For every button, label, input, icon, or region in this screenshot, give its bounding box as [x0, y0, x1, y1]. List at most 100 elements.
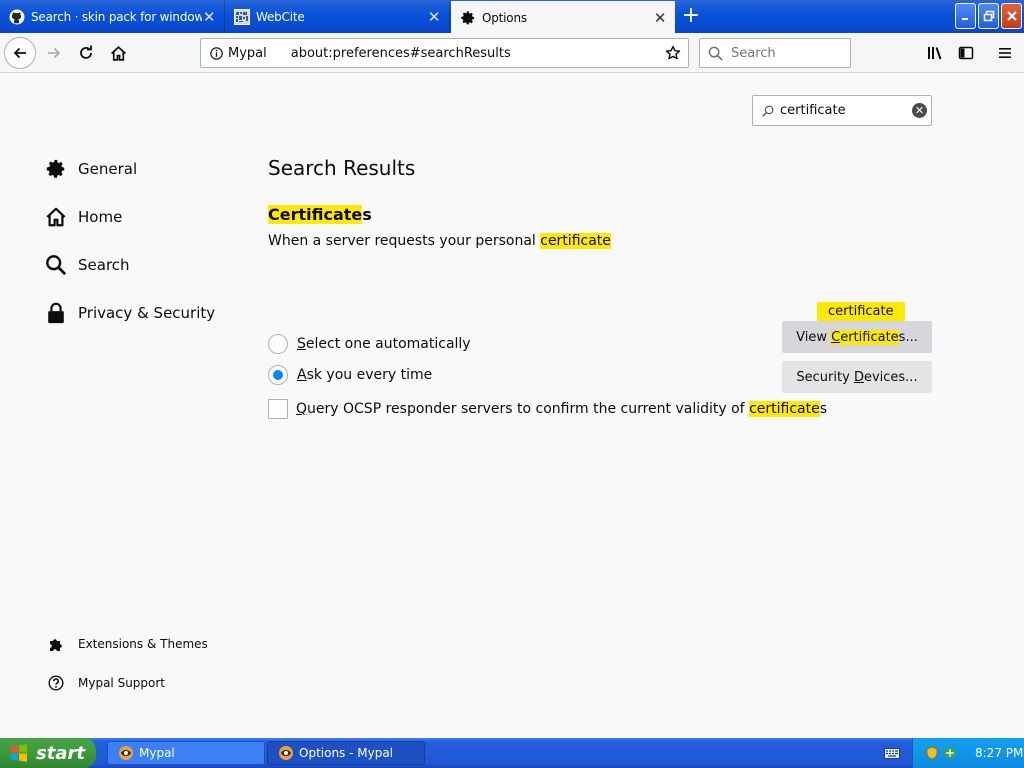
web-search-input[interactable] — [731, 45, 841, 61]
preferences-search-input[interactable] — [780, 103, 910, 118]
view-certificates-button[interactable]: View Certificate s... — [782, 321, 932, 353]
footer-link-label: Extensions & Themes — [78, 637, 208, 651]
highlight-text: ertificate — [840, 329, 899, 345]
search-highlight: certificate — [749, 401, 820, 417]
web-search-box[interactable] — [699, 38, 851, 68]
site-identity-label[interactable]: Mypal — [228, 46, 267, 61]
clock: 8:27 PM — [975, 746, 1024, 760]
category-home[interactable]: Home — [44, 203, 122, 231]
github-icon — [9, 9, 25, 25]
security-shield-icon[interactable] — [925, 746, 939, 760]
magnifier-icon — [44, 253, 68, 277]
checkbox-label: Query OCSP responder servers to confirm … — [296, 401, 827, 417]
forward-arrow-icon — [48, 47, 61, 59]
close-icon — [1006, 11, 1017, 21]
radio-button[interactable] — [268, 334, 288, 354]
close-icon[interactable]: ✕ — [653, 10, 667, 25]
tab-label: Options — [482, 10, 527, 25]
url-text[interactable]: about:preferences#searchResults — [291, 46, 662, 61]
preferences-search-box[interactable]: ✕ — [752, 95, 932, 126]
network-icon[interactable] — [943, 746, 957, 760]
star-icon — [665, 45, 681, 60]
puzzle-icon — [47, 635, 65, 653]
mypal-app-icon — [119, 746, 133, 760]
hamburger-icon — [999, 48, 1011, 58]
access-key: D — [853, 369, 864, 385]
button-label-suffix: s... — [898, 329, 918, 345]
clear-search-icon[interactable]: ✕ — [912, 103, 927, 118]
radio-ask-every-time[interactable]: Ask you every time — [268, 364, 432, 386]
page-title: Search Results — [268, 156, 416, 180]
search-highlight: Certificate — [268, 205, 363, 224]
mypal-support-link[interactable]: Mypal Support — [47, 673, 165, 693]
restore-button[interactable] — [978, 3, 999, 29]
windows-flag-icon — [11, 744, 27, 762]
info-icon[interactable] — [210, 46, 223, 60]
search-icon — [708, 46, 723, 61]
category-search[interactable]: Search — [44, 251, 130, 279]
radio-button-selected[interactable] — [268, 365, 288, 385]
radio-label-text: sk you every time — [306, 367, 433, 383]
home-icon — [44, 205, 68, 229]
back-arrow-icon — [13, 47, 26, 59]
menu-button[interactable] — [990, 38, 1020, 68]
help-icon — [47, 674, 65, 692]
minimize-button[interactable] — [955, 3, 976, 29]
button-label-prefix: Security — [796, 369, 850, 385]
minimize-icon — [961, 18, 968, 20]
category-privacy-security[interactable]: Privacy & Security — [44, 299, 215, 327]
system-tray: 8:27 PM — [912, 738, 1024, 768]
footer-link-label: Mypal Support — [78, 676, 166, 690]
radio-label: Select one automatically — [297, 336, 471, 352]
reload-icon — [80, 45, 92, 59]
radio-label-text: elect one automatically — [305, 336, 471, 352]
back-button[interactable] — [4, 37, 36, 69]
home-button[interactable] — [103, 38, 133, 68]
close-icon[interactable]: ✕ — [202, 10, 216, 25]
close-window-button[interactable] — [1001, 3, 1022, 29]
home-icon — [110, 45, 126, 61]
lock-icon — [44, 301, 68, 325]
ocsp-checkbox[interactable] — [268, 399, 288, 419]
tab-options[interactable]: Options ✕ — [451, 1, 675, 34]
radio-select-automatically[interactable]: Select one automatically — [268, 333, 471, 355]
forward-button[interactable] — [39, 38, 69, 68]
library-button[interactable] — [920, 38, 950, 68]
checkbox-label-text: uery OCSP responder servers to confirm t… — [307, 401, 750, 417]
library-icon — [928, 47, 942, 60]
navigation-toolbar: Mypal about:preferences#searchResults — [0, 33, 1024, 73]
access-key: S — [297, 336, 306, 352]
restore-icon — [983, 10, 994, 22]
access-key: A — [297, 367, 307, 383]
access-key: C — [831, 329, 841, 345]
url-bar[interactable]: Mypal about:preferences#searchResults — [200, 38, 689, 68]
webcite-icon — [234, 9, 250, 25]
keyboard-icon[interactable] — [884, 746, 900, 760]
gear-icon — [460, 10, 476, 26]
new-tab-button[interactable]: + — [679, 5, 703, 29]
search-icon — [762, 105, 774, 117]
button-label-suffix: evices... — [863, 369, 918, 385]
group-title-suffix: s — [362, 205, 372, 224]
close-icon[interactable]: ✕ — [427, 10, 441, 25]
reload-button[interactable] — [71, 38, 101, 68]
taskbar-item-options-mypal[interactable]: Options - Mypal — [267, 741, 425, 765]
tab-label: WebCite — [256, 10, 305, 24]
bookmark-star-button[interactable] — [662, 42, 684, 64]
start-button[interactable]: start — [0, 738, 96, 768]
button-label-prefix: View — [796, 329, 827, 345]
sidebar-toggle-button[interactable] — [951, 38, 981, 68]
extensions-themes-link[interactable]: Extensions & Themes — [47, 634, 208, 654]
ocsp-checkbox-row[interactable]: Query OCSP responder servers to confirm … — [268, 398, 827, 420]
search-tooltip: certificate — [817, 302, 905, 327]
search-highlight: Certificate — [831, 329, 899, 345]
taskbar: start Mypal Options - Mypal 8:27 PM — [0, 738, 1024, 768]
category-general[interactable]: General — [44, 155, 137, 183]
certificates-description: When a server requests your personal cer… — [268, 233, 611, 249]
tab-github-search[interactable]: Search · skin pack for windows xp ✕ — [0, 1, 225, 33]
sidebar-icon — [958, 46, 974, 60]
tab-webcite[interactable]: WebCite ✕ — [225, 1, 450, 33]
taskbar-item-mypal[interactable]: Mypal — [107, 741, 265, 765]
security-devices-button[interactable]: Security Devices... — [782, 361, 932, 393]
tab-label: Search · skin pack for windows xp — [31, 10, 202, 24]
